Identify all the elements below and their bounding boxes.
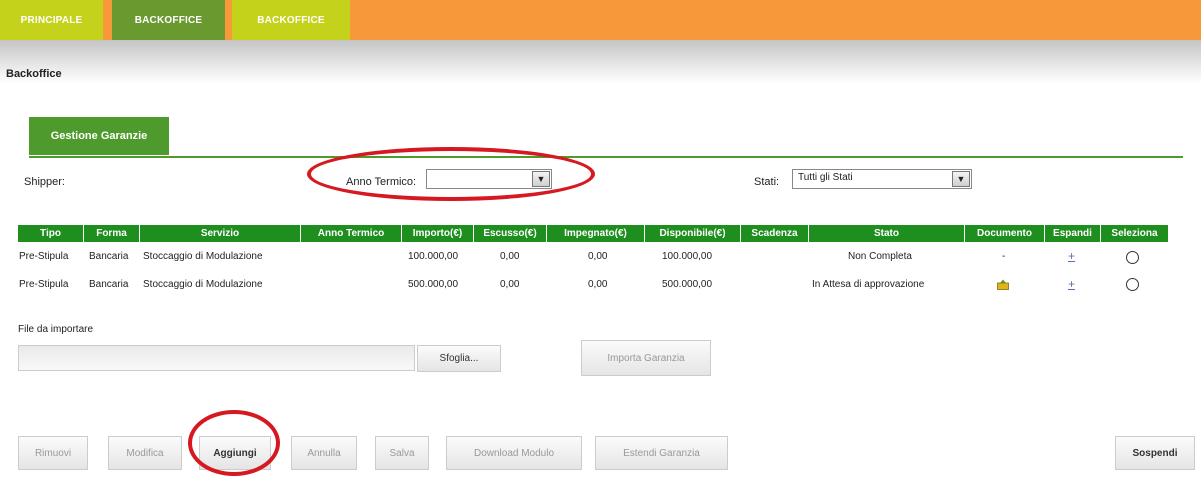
column-header-espandi: Espandi xyxy=(1045,225,1101,242)
stati-select[interactable]: Tutti gli Stati ▼ xyxy=(792,169,972,189)
column-header-impegnato: Impegnato(€) xyxy=(547,225,645,242)
column-header-stato: Stato xyxy=(809,225,965,242)
select-radio[interactable] xyxy=(1126,278,1139,291)
remove-button[interactable]: Rimuovi xyxy=(18,436,88,470)
cell-servizio: Stoccaggio di Modulazione xyxy=(143,279,263,290)
column-header-anno-termico: Anno Termico xyxy=(301,225,402,242)
cell-importo: 100.000,00 xyxy=(408,251,459,262)
save-button[interactable]: Salva xyxy=(375,436,429,470)
tab-backoffice-secondary[interactable]: BACKOFFICE xyxy=(232,0,350,40)
column-header-scadenza: Scadenza xyxy=(741,225,809,242)
cell-escusso: 0,00 xyxy=(500,251,520,262)
cell-forma: Bancaria xyxy=(89,251,129,262)
browse-button[interactable]: Sfoglia... xyxy=(417,345,501,372)
file-path-input[interactable] xyxy=(18,345,415,371)
breadcrumb: Backoffice xyxy=(6,68,62,80)
cell-importo: 500.000,00 xyxy=(408,279,459,290)
column-header-servizio: Servizio xyxy=(140,225,301,242)
cell-impegnato: 0,00 xyxy=(588,251,608,262)
highlight-circle-aggiungi xyxy=(188,410,280,476)
suspend-button[interactable]: Sospendi xyxy=(1115,436,1195,470)
expand-icon[interactable]: + xyxy=(1068,249,1075,263)
cell-documento: - xyxy=(1002,251,1006,262)
highlight-circle-anno-termico xyxy=(307,147,595,201)
column-header-tipo: Tipo xyxy=(18,225,84,242)
download-form-button[interactable]: Download Modulo xyxy=(446,436,582,470)
column-header-documento: Documento xyxy=(965,225,1045,242)
extend-guarantee-button[interactable]: Estendi Garanzia xyxy=(595,436,728,470)
breadcrumb-bar xyxy=(0,40,1201,84)
column-header-importo: Importo(€) xyxy=(402,225,474,242)
cell-servizio: Stoccaggio di Modulazione xyxy=(143,251,263,262)
expand-icon[interactable]: + xyxy=(1068,277,1075,291)
column-header-forma: Forma xyxy=(84,225,140,242)
cell-stato: In Attesa di approvazione xyxy=(812,279,925,290)
tab-backoffice[interactable]: BACKOFFICE xyxy=(112,0,225,40)
tab-gestione-garanzie[interactable]: Gestione Garanzie xyxy=(29,117,169,155)
cell-stato: Non Completa xyxy=(848,251,912,262)
cell-disponibile: 100.000,00 xyxy=(662,251,713,262)
column-header-seleziona: Seleziona xyxy=(1101,225,1169,242)
column-header-disponibile: Disponibile(€) xyxy=(645,225,741,242)
cell-escusso: 0,00 xyxy=(500,279,520,290)
select-radio[interactable] xyxy=(1126,251,1139,264)
cell-impegnato: 0,00 xyxy=(588,279,608,290)
file-import-label: File da importare xyxy=(18,324,94,335)
shipper-label: Shipper: xyxy=(24,176,65,188)
cell-disponibile: 500.000,00 xyxy=(662,279,713,290)
column-header-escusso: Escusso(€) xyxy=(474,225,547,242)
stati-value: Tutti gli Stati xyxy=(798,172,853,183)
edit-button[interactable]: Modifica xyxy=(108,436,182,470)
tab-principale[interactable]: PRINCIPALE xyxy=(0,0,103,40)
chevron-down-icon: ▼ xyxy=(952,171,970,187)
import-guarantee-button[interactable]: Importa Garanzia xyxy=(581,340,711,376)
cell-tipo: Pre-Stipula xyxy=(19,279,69,290)
stati-label: Stati: xyxy=(754,176,780,188)
cell-forma: Bancaria xyxy=(89,279,129,290)
document-icon[interactable] xyxy=(997,279,1009,290)
section-divider xyxy=(29,156,1183,158)
cancel-button[interactable]: Annulla xyxy=(291,436,357,470)
cell-tipo: Pre-Stipula xyxy=(19,251,69,262)
